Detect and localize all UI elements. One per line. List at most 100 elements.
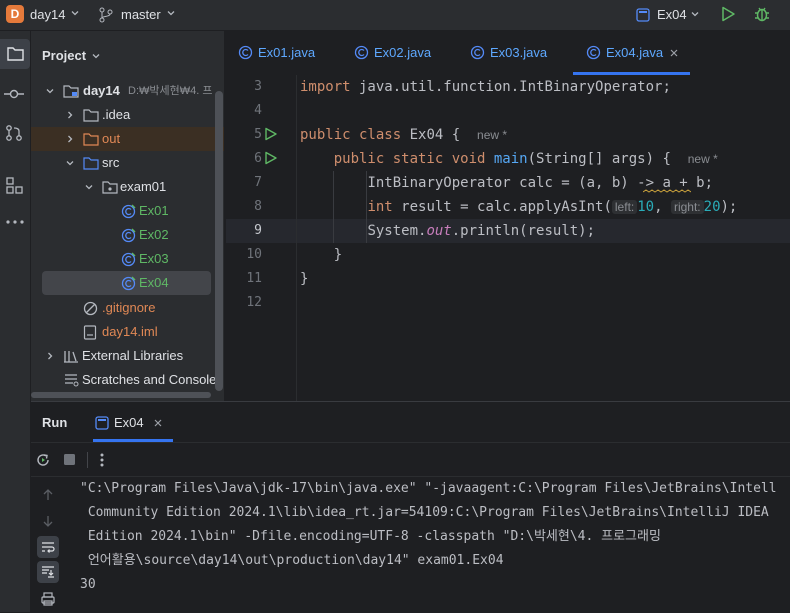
code-line-9: System.out.println(result); [367, 223, 596, 239]
run-gutter-icon[interactable] [264, 151, 278, 165]
source-folder-icon [83, 156, 99, 170]
chevron-down-icon[interactable] [166, 8, 176, 18]
arrow-down-icon[interactable] [41, 514, 55, 528]
chevron-down-icon[interactable] [690, 9, 700, 19]
code-line-5: public class Ex04 { new * [300, 127, 508, 143]
more-tools-icon[interactable] [5, 219, 25, 225]
pull-requests-icon[interactable] [5, 124, 23, 142]
soft-wrap-toggle[interactable] [37, 536, 59, 558]
line-number: 4 [254, 103, 262, 118]
folder-icon [7, 46, 24, 61]
tree-item-ex01[interactable]: Ex01 [31, 199, 224, 223]
project-panel: Project day14 D:₩박세현₩4. 프 .idea out src … [31, 31, 224, 401]
chevron-right-icon[interactable] [65, 110, 75, 120]
chevron-down-icon[interactable] [45, 86, 55, 96]
chevron-down-icon[interactable] [65, 158, 75, 168]
project-name-dropdown[interactable]: day14 [30, 7, 65, 22]
file-icon [83, 325, 97, 340]
run-tab-ex04[interactable]: Ex04 [93, 402, 173, 442]
line-number: 3 [254, 79, 262, 94]
rerun-icon[interactable] [35, 452, 51, 468]
tree-item-label: Ex02 [139, 227, 169, 242]
tab-label: Ex03.java [490, 45, 548, 60]
code-line-8: int result = calc.applyAsInt(left: 10, ri… [367, 199, 738, 215]
java-class-icon [586, 45, 601, 60]
tree-item-src[interactable]: src [31, 151, 224, 175]
folder-icon [83, 108, 99, 122]
gutter-divider [296, 75, 297, 401]
tree-item-label: day14.iml [102, 324, 158, 339]
tree-item-gitignore[interactable]: .gitignore [31, 296, 224, 320]
tree-item-iml[interactable]: day14.iml [31, 320, 224, 344]
warning-squiggle [643, 189, 691, 193]
commit-icon[interactable] [4, 87, 24, 101]
console-line: "C:\Program Files\Java\jdk-17\bin\java.e… [80, 481, 777, 496]
close-icon[interactable] [669, 48, 679, 58]
editor-tabs: Ex01.java Ex02.java Ex03.java Ex04.java [226, 31, 790, 76]
run-icon[interactable] [720, 6, 736, 22]
code-editor[interactable]: 3 4 5 6 7 8 9 10 11 12 import java.util.… [226, 75, 790, 401]
console-line: Community Edition 2024.1\lib\idea_rt.jar… [80, 505, 769, 520]
tree-item-ex02[interactable]: Ex02 [31, 223, 224, 247]
tree-item-day14[interactable]: day14 D:₩박세현₩4. 프 [31, 79, 224, 103]
tree-item-ex03[interactable]: Ex03 [31, 247, 224, 271]
print-icon[interactable] [41, 592, 55, 606]
branch-dropdown[interactable]: master [121, 7, 161, 22]
project-panel-title[interactable]: Project [42, 48, 86, 63]
tree-item-path: D:₩박세현₩4. 프 [128, 85, 213, 97]
tab-ex04[interactable]: Ex04.java [573, 31, 690, 75]
tree-item-label: Ex01 [139, 203, 169, 218]
vertical-scrollbar[interactable] [215, 91, 223, 391]
scroll-to-end-toggle[interactable] [37, 561, 59, 583]
tree-item-exam01[interactable]: exam01 [31, 175, 224, 199]
chevron-right-icon[interactable] [65, 134, 75, 144]
ignore-file-icon [83, 301, 98, 316]
code-line-10: } [333, 247, 343, 263]
soft-wrap-icon [41, 540, 55, 554]
line-number: 5 [254, 127, 262, 142]
tree-item-external-libraries[interactable]: External Libraries [31, 344, 224, 368]
chevron-down-icon[interactable] [84, 182, 94, 192]
java-class-icon [238, 45, 253, 60]
tree-item-label: day14 [83, 83, 120, 98]
chevron-down-icon[interactable] [70, 8, 80, 18]
author-hint: new * [477, 128, 508, 142]
run-config-dropdown[interactable]: Ex04 [657, 7, 687, 22]
run-tab-label: Ex04 [114, 415, 144, 430]
library-icon [63, 349, 79, 363]
run-panel-title[interactable]: Run [42, 415, 67, 430]
chevron-down-icon[interactable] [91, 51, 101, 61]
project-badge[interactable]: D [6, 5, 24, 23]
git-branch-icon[interactable] [99, 7, 113, 23]
chevron-right-icon[interactable] [45, 351, 55, 361]
java-class-icon [354, 45, 369, 60]
console-line: Edition 2024.1\bin" -Dfile.encoding=UTF-… [80, 529, 661, 544]
run-panel: Run Ex04 "C:\Program Files\Java\jdk-17\b… [31, 401, 790, 613]
tab-label: Ex02.java [374, 45, 432, 60]
more-options-icon[interactable] [99, 452, 105, 468]
arrow-up-icon[interactable] [41, 488, 55, 502]
java-class-icon [121, 228, 136, 243]
project-tool-button[interactable] [0, 39, 30, 69]
debug-icon[interactable] [753, 5, 771, 23]
tree-item-scratches[interactable]: Scratches and Consoles [31, 368, 224, 392]
structure-icon[interactable] [6, 177, 23, 194]
horizontal-scrollbar[interactable] [31, 392, 211, 398]
line-number: 11 [246, 271, 262, 286]
line-number: 12 [246, 295, 262, 310]
tree-item-ex04[interactable]: Ex04 [42, 271, 211, 295]
divider [31, 442, 790, 443]
tab-label: Ex04.java [606, 45, 664, 60]
title-bar: D day14 master Ex04 [0, 0, 790, 31]
tree-item-out[interactable]: out [31, 127, 224, 151]
parameter-hint: left: [611, 200, 638, 214]
tree-item-idea[interactable]: .idea [31, 103, 224, 127]
tree-item-label: External Libraries [82, 348, 184, 363]
close-icon[interactable] [153, 418, 163, 428]
run-gutter-icon[interactable] [264, 127, 278, 141]
author-hint: new * [687, 152, 718, 166]
line-number: 9 [254, 223, 262, 238]
console-output-result: 30 [80, 577, 96, 592]
stop-icon[interactable] [63, 453, 76, 466]
tree-item-label: .idea [102, 107, 131, 122]
